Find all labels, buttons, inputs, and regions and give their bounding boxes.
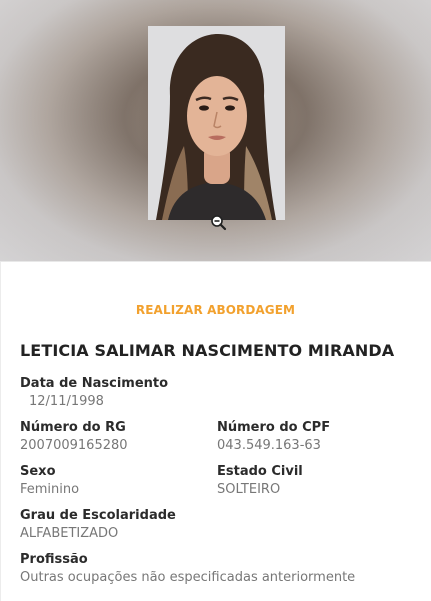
education-value: ALFABETIZADO — [20, 526, 119, 541]
photo-header — [0, 0, 431, 261]
sex-field: Sexo Feminino — [20, 464, 79, 498]
civil-status-value: SOLTEIRO — [217, 482, 281, 497]
birth-date-value: 12/11/1998 — [29, 394, 104, 409]
cpf-field: Número do CPF 043.549.163-63 — [217, 420, 330, 454]
civil-status-field: Estado Civil SOLTEIRO — [217, 464, 303, 498]
rg-label: Número do RG — [20, 420, 126, 435]
profession-value: Outras ocupações não especificadas anter… — [20, 570, 356, 585]
education-field: Grau de Escolaridade ALFABETIZADO — [20, 508, 176, 542]
profession-field: Profissão Outras ocupações não especific… — [20, 552, 420, 586]
sex-label: Sexo — [20, 464, 56, 479]
education-label: Grau de Escolaridade — [20, 508, 176, 523]
rg-field: Número do RG 2007009165280 — [20, 420, 128, 454]
zoom-out-icon[interactable] — [210, 214, 228, 232]
realizar-abordagem-button[interactable]: REALIZAR ABORDAGEM — [0, 303, 431, 317]
profession-label: Profissão — [20, 552, 88, 567]
sex-value: Feminino — [20, 482, 80, 497]
person-photo[interactable] — [148, 26, 285, 220]
rg-value: 2007009165280 — [20, 438, 128, 453]
civil-status-label: Estado Civil — [217, 464, 303, 479]
cpf-value: 043.549.163-63 — [217, 438, 321, 453]
birth-date-label: Data de Nascimento — [20, 376, 169, 391]
birth-date-field: Data de Nascimento 12/11/1998 — [20, 376, 168, 410]
divider — [0, 261, 431, 262]
person-name: LETICIA SALIMAR NASCIMENTO MIRANDA — [20, 341, 395, 360]
cpf-label: Número do CPF — [217, 420, 331, 435]
